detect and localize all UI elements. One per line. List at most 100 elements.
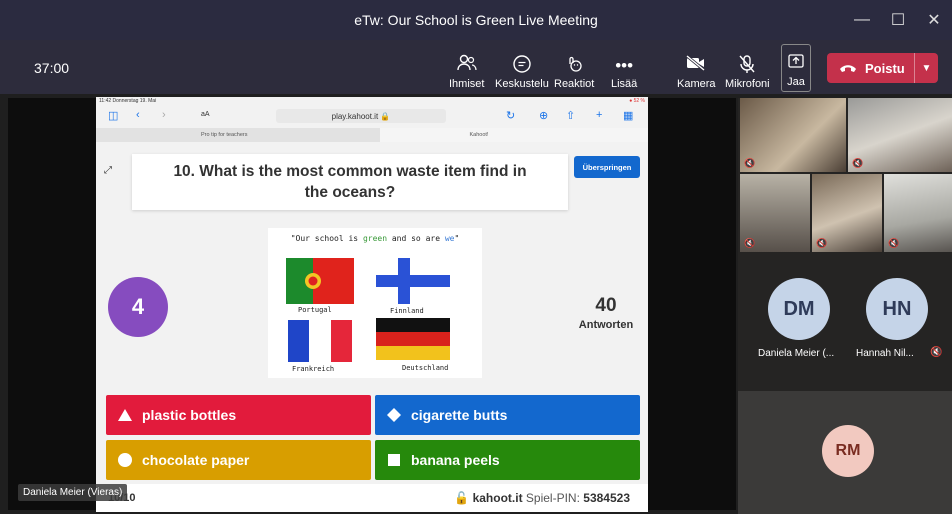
- meeting-toolbar: 37:00 Ihmiset Keskustelu Reaktiot ••• Li…: [0, 40, 952, 94]
- close-button[interactable]: ✕: [916, 0, 952, 40]
- skip-button[interactable]: Überspringen: [574, 156, 640, 178]
- answer-option-2[interactable]: cigarette butts: [375, 395, 640, 435]
- chat-icon: [512, 54, 532, 78]
- ipad-status-time: 11:42 Donnerstag 19. Mai: [99, 98, 157, 104]
- portugal-flag: [286, 258, 354, 304]
- triangle-icon: [116, 409, 134, 421]
- tabs-overview-icon[interactable]: ▦: [623, 109, 633, 122]
- back-icon[interactable]: ‹: [136, 109, 140, 121]
- pin-value: 5384523: [583, 491, 630, 505]
- diamond-icon: [385, 408, 403, 422]
- microphone-button[interactable]: Mikrofoni: [725, 46, 770, 90]
- image-caption: "Our school is green and so are we": [290, 234, 460, 243]
- microphone-off-icon: 🔇: [930, 347, 943, 358]
- shared-screen: 11:42 Donnerstag 19. Mai ● 52 % ◫ ‹ › aA…: [96, 97, 648, 512]
- answers-counter: 40 Antworten: [568, 295, 644, 331]
- download-icon[interactable]: ⊕: [539, 109, 548, 122]
- people-button[interactable]: Ihmiset: [449, 46, 484, 90]
- more-icon: •••: [615, 56, 634, 75]
- share-tray-icon: [788, 52, 804, 76]
- avatar[interactable]: HN: [866, 278, 928, 340]
- microphone-off-icon: 🔇: [852, 158, 864, 168]
- reload-icon[interactable]: ↻: [506, 109, 515, 122]
- answer-option-4[interactable]: banana peels: [375, 440, 640, 480]
- flag-label-frankreich: Frankreich: [292, 365, 335, 373]
- answer-option-3[interactable]: chocolate paper: [106, 440, 371, 480]
- finland-flag: [376, 258, 450, 304]
- camera-off-icon: [685, 54, 707, 78]
- circle-icon: [116, 453, 134, 467]
- people-icon: [457, 54, 477, 78]
- reactions-label: Reaktiot: [554, 78, 595, 90]
- chevron-down-icon[interactable]: ▼: [914, 53, 938, 83]
- question-text: 10. What is the most common waste item f…: [132, 154, 568, 210]
- avatar[interactable]: DM: [768, 278, 830, 340]
- meeting-timer: 37:00: [34, 60, 70, 76]
- participant-video[interactable]: 🔇: [812, 174, 882, 252]
- microphone-off-icon: 🔇: [744, 158, 756, 168]
- microphone-off-icon: [737, 54, 757, 78]
- answer-label-3: chocolate paper: [142, 452, 250, 468]
- reactions-button[interactable]: Reaktiot: [554, 46, 594, 90]
- reactions-icon: [564, 54, 584, 78]
- chat-button[interactable]: Keskustelu: [495, 46, 549, 90]
- flag-label-deutschland: Deutschland: [402, 364, 449, 372]
- tab-kahoot-label: Kahoot!: [469, 132, 489, 138]
- share-button[interactable]: Jaa: [781, 44, 811, 92]
- camera-label: Kamera: [677, 78, 716, 90]
- answer-label-4: banana peels: [411, 452, 500, 468]
- window-titlebar: eTw: Our School is Green Live Meeting — …: [0, 0, 952, 40]
- answer-label-1: plastic bottles: [142, 407, 237, 423]
- presenter-nameplate: Daniela Meier (Vieras): [18, 484, 128, 501]
- answers-count-label: Antworten: [578, 319, 634, 331]
- minimize-button[interactable]: —: [844, 0, 880, 40]
- url-field[interactable]: play.kahoot.it 🔒: [276, 109, 446, 123]
- microphone-label: Mikrofoni: [725, 78, 770, 90]
- flag-label-portugal: Portugal: [298, 306, 332, 314]
- france-flag: [288, 320, 352, 362]
- participant-tile[interactable]: RM: [738, 391, 952, 514]
- forward-icon[interactable]: ›: [162, 109, 166, 121]
- game-pin: 🔓 kahoot.it Spiel-PIN: 5384523: [454, 491, 630, 505]
- avatar: RM: [822, 425, 874, 477]
- countdown-timer: 4: [108, 277, 168, 337]
- answer-label-2: cigarette butts: [411, 407, 508, 423]
- text-size-button[interactable]: aA: [201, 111, 210, 118]
- lock-icon: 🔓: [454, 491, 470, 505]
- fullscreen-icon[interactable]: ⤢: [104, 165, 112, 176]
- url-text: play.kahoot.it: [331, 111, 379, 121]
- tab-kahoot[interactable]: Kahoot!: [379, 128, 648, 142]
- microphone-off-icon: 🔇: [744, 238, 756, 248]
- participant-name: Daniela Meier (...: [758, 348, 835, 359]
- quiz-footer: 10/10 🔓 kahoot.it Spiel-PIN: 5384523: [96, 484, 648, 512]
- new-tab-icon[interactable]: +: [596, 109, 602, 121]
- maximize-button[interactable]: ☐: [880, 0, 916, 40]
- site-name: kahoot.it: [472, 491, 523, 505]
- more-label: Lisää: [611, 78, 638, 90]
- participant-video[interactable]: 🔇: [884, 174, 952, 252]
- ipad-status-battery: ● 52 %: [629, 98, 645, 104]
- tab-pro-tip[interactable]: Pro tip for teachers: [96, 128, 380, 142]
- question-image: "Our school is green and so are we" Port…: [268, 228, 482, 378]
- camera-button[interactable]: Kamera: [677, 46, 716, 90]
- participant-video[interactable]: 🔇: [740, 174, 810, 252]
- answers-count-number: 40: [595, 295, 617, 316]
- share-icon[interactable]: ⇧: [566, 109, 575, 122]
- participant-name: Hannah Nil...: [856, 348, 914, 359]
- browser-tabs: Pro tip for teachers Kahoot!: [96, 128, 648, 142]
- tab-pro-tip-label: Pro tip for teachers: [201, 132, 248, 138]
- microphone-off-icon: 🔇: [816, 238, 828, 248]
- chat-label: Keskustelu: [495, 78, 549, 90]
- participant-video[interactable]: 🔇: [848, 98, 952, 172]
- phone-hangup-icon: [839, 61, 857, 76]
- leave-button[interactable]: Poistu ▼: [827, 53, 938, 83]
- answer-option-1[interactable]: plastic bottles: [106, 395, 371, 435]
- square-icon: [385, 454, 403, 466]
- germany-flag: [376, 318, 450, 360]
- ipad-status-bar: 11:42 Donnerstag 19. Mai ● 52 %: [96, 97, 648, 105]
- sidebar-icon[interactable]: ◫: [108, 109, 118, 122]
- participant-video[interactable]: 🔇: [740, 98, 846, 172]
- share-label: Jaa: [787, 76, 805, 88]
- more-button[interactable]: ••• Lisää: [611, 46, 637, 90]
- window-title: eTw: Our School is Green Live Meeting: [354, 12, 598, 28]
